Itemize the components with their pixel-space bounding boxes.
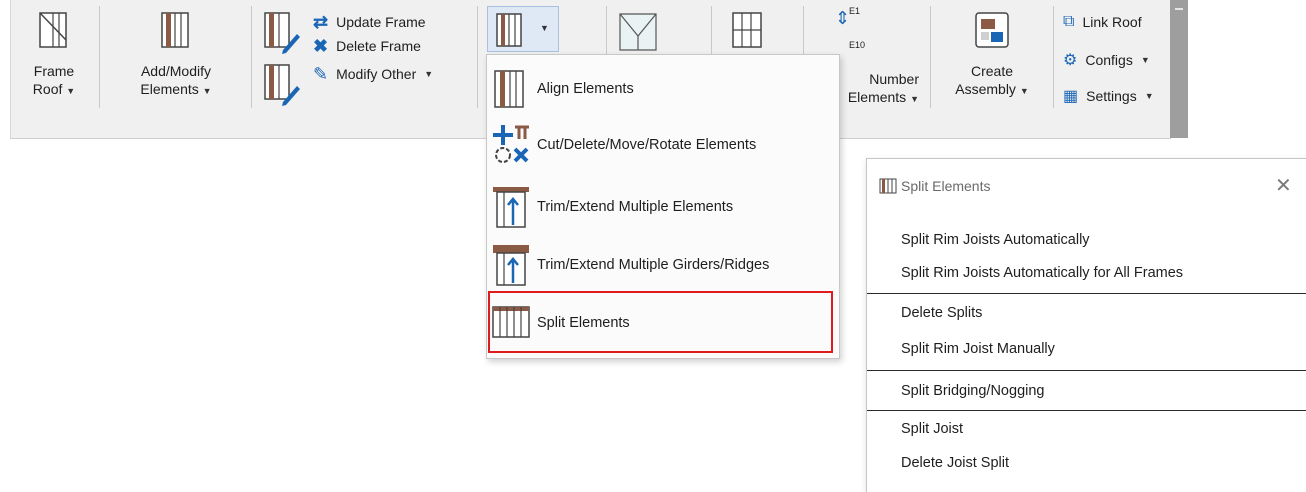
split-elements-panel-icon [879, 178, 897, 194]
configs-label: Configs [1085, 52, 1133, 68]
frame-roof-label-2: Roof [32, 81, 63, 97]
settings-caret-icon: ▼ [1144, 91, 1154, 101]
create-assembly-caret-icon: ▼ [1019, 86, 1029, 96]
configs-caret-icon: ▼ [1140, 55, 1150, 65]
menu-item-label: Split Elements [537, 315, 630, 331]
add-modify-elements-button[interactable]: Add/Modify Elements ▼ [111, 10, 241, 100]
frame-grid-icon[interactable] [729, 10, 769, 54]
delete-joist-split[interactable]: Delete Joist Split [901, 455, 1009, 471]
split-elements-panel: Split Elements ✕ Split Rim Joists Automa… [866, 158, 1306, 492]
trim-extend-girders-icon [493, 245, 529, 286]
ribbon-separator [99, 6, 100, 108]
number-elements-caret-icon: ▼ [910, 94, 919, 104]
number-label-top: E1 [849, 6, 861, 16]
panel-separator [867, 370, 1306, 371]
element-tools-dropdown-button[interactable]: ▼ [487, 6, 559, 52]
settings-button[interactable]: ▦ Settings ▼ [1063, 84, 1154, 108]
update-frame-button[interactable]: ⇄ Update Frame [313, 10, 426, 34]
split-elements-icon [492, 306, 530, 338]
configs-button[interactable]: ⚙ Configs ▼ [1063, 48, 1150, 72]
menu-item-label: Cut/Delete/Move/Rotate Elements [537, 137, 757, 153]
number-label-bottom: E10 [849, 40, 866, 50]
add-modify-label-1: Add/Modify [140, 63, 212, 79]
ribbon-separator [930, 6, 931, 108]
menu-item-label: Trim/Extend Multiple Girders/Ridges [537, 257, 770, 273]
create-assembly-label-1: Create [970, 63, 1014, 79]
align-elements-icon [494, 70, 524, 108]
collapse-tick-icon [1175, 8, 1183, 10]
link-roof-button[interactable]: ⧉ Link Roof [1063, 10, 1142, 34]
element-tools-dropdown-menu: Align Elements Cut/Delete/Move/Rotate El… [486, 54, 840, 359]
number-elements-label-1: Number [869, 71, 919, 87]
align-elements-small-icon [496, 13, 522, 47]
cut-move-rotate-icon [493, 125, 529, 163]
settings-label: Settings [1086, 88, 1137, 104]
menu-item-label: Trim/Extend Multiple Elements [537, 199, 734, 215]
panel-separator [867, 410, 1306, 411]
link-roof-label: Link Roof [1082, 14, 1142, 30]
split-bridging-nogging[interactable]: Split Bridging/Nogging [901, 383, 1044, 399]
pencil-icon: ✎ [313, 63, 329, 84]
refresh-arrows-icon: ⇄ [313, 11, 329, 32]
menu-item-split-elements[interactable]: Split Elements [491, 295, 630, 351]
modify-other-button[interactable]: ✎ Modify Other ▼ [313, 62, 433, 86]
menu-item-label: Align Elements [537, 81, 634, 97]
delete-frame-label: Delete Frame [336, 38, 421, 54]
menu-item-cut-delete-move-rotate[interactable]: Cut/Delete/Move/Rotate Elements [491, 117, 756, 173]
menu-item-align-elements[interactable]: Align Elements [491, 61, 634, 117]
add-modify-caret-icon: ▼ [202, 86, 212, 96]
roof-plane-icon[interactable] [616, 10, 660, 54]
delete-splits[interactable]: Delete Splits [901, 305, 982, 321]
add-modify-label-2: Elements [140, 81, 199, 97]
add-modify-elements-icon [161, 12, 189, 48]
trim-extend-icon [493, 187, 529, 228]
ribbon-separator [251, 6, 252, 108]
panel-separator [867, 293, 1306, 294]
ribbon-collapse-strip[interactable] [1170, 0, 1188, 138]
create-assembly-label-2: Assembly [955, 81, 1016, 97]
ribbon-separator [1053, 6, 1054, 108]
gear-icon: ⚙ [1063, 52, 1078, 69]
frame-roof-button[interactable]: Frame Roof ▼ [21, 10, 87, 100]
delete-frame-button[interactable]: ✖ Delete Frame [313, 34, 421, 58]
delete-x-icon: ✖ [313, 35, 329, 56]
link-icon: ⧉ [1063, 13, 1075, 30]
modify-other-caret-icon: ▼ [424, 69, 434, 79]
close-icon[interactable]: ✕ [1275, 173, 1292, 198]
ribbon-separator [477, 6, 478, 108]
number-elements-label-2: Elements [847, 89, 907, 105]
update-frame-label: Update Frame [336, 14, 426, 30]
number-elements-icon: ⇕ E1 E10 [835, 6, 866, 50]
frame-roof-label-1: Frame [33, 63, 75, 79]
create-assembly-button[interactable]: Create Assembly ▼ [937, 10, 1047, 100]
modify-frame-large-icon[interactable] [261, 62, 301, 106]
split-rim-joists-automatically[interactable]: Split Rim Joists Automatically [901, 232, 1090, 248]
element-tools-caret-icon: ▼ [540, 23, 549, 33]
menu-item-trim-extend-girders-ridges[interactable]: Trim/Extend Multiple Girders/Ridges [491, 237, 769, 293]
split-joist[interactable]: Split Joist [901, 421, 963, 437]
frame-roof-caret-icon: ▼ [66, 86, 76, 96]
split-rim-joists-automatically-all-frames[interactable]: Split Rim Joists Automatically for All F… [901, 265, 1183, 281]
split-rim-joist-manually[interactable]: Split Rim Joist Manually [901, 341, 1055, 357]
menu-item-trim-extend-multiple-elements[interactable]: Trim/Extend Multiple Elements [491, 179, 733, 235]
create-assembly-icon [975, 12, 1009, 48]
panel-title: Split Elements [901, 178, 991, 194]
frame-roof-icon [39, 12, 67, 48]
update-frame-large-icon[interactable] [261, 10, 301, 54]
modify-other-label: Modify Other [336, 66, 417, 82]
settings-grid-icon: ▦ [1063, 88, 1079, 105]
